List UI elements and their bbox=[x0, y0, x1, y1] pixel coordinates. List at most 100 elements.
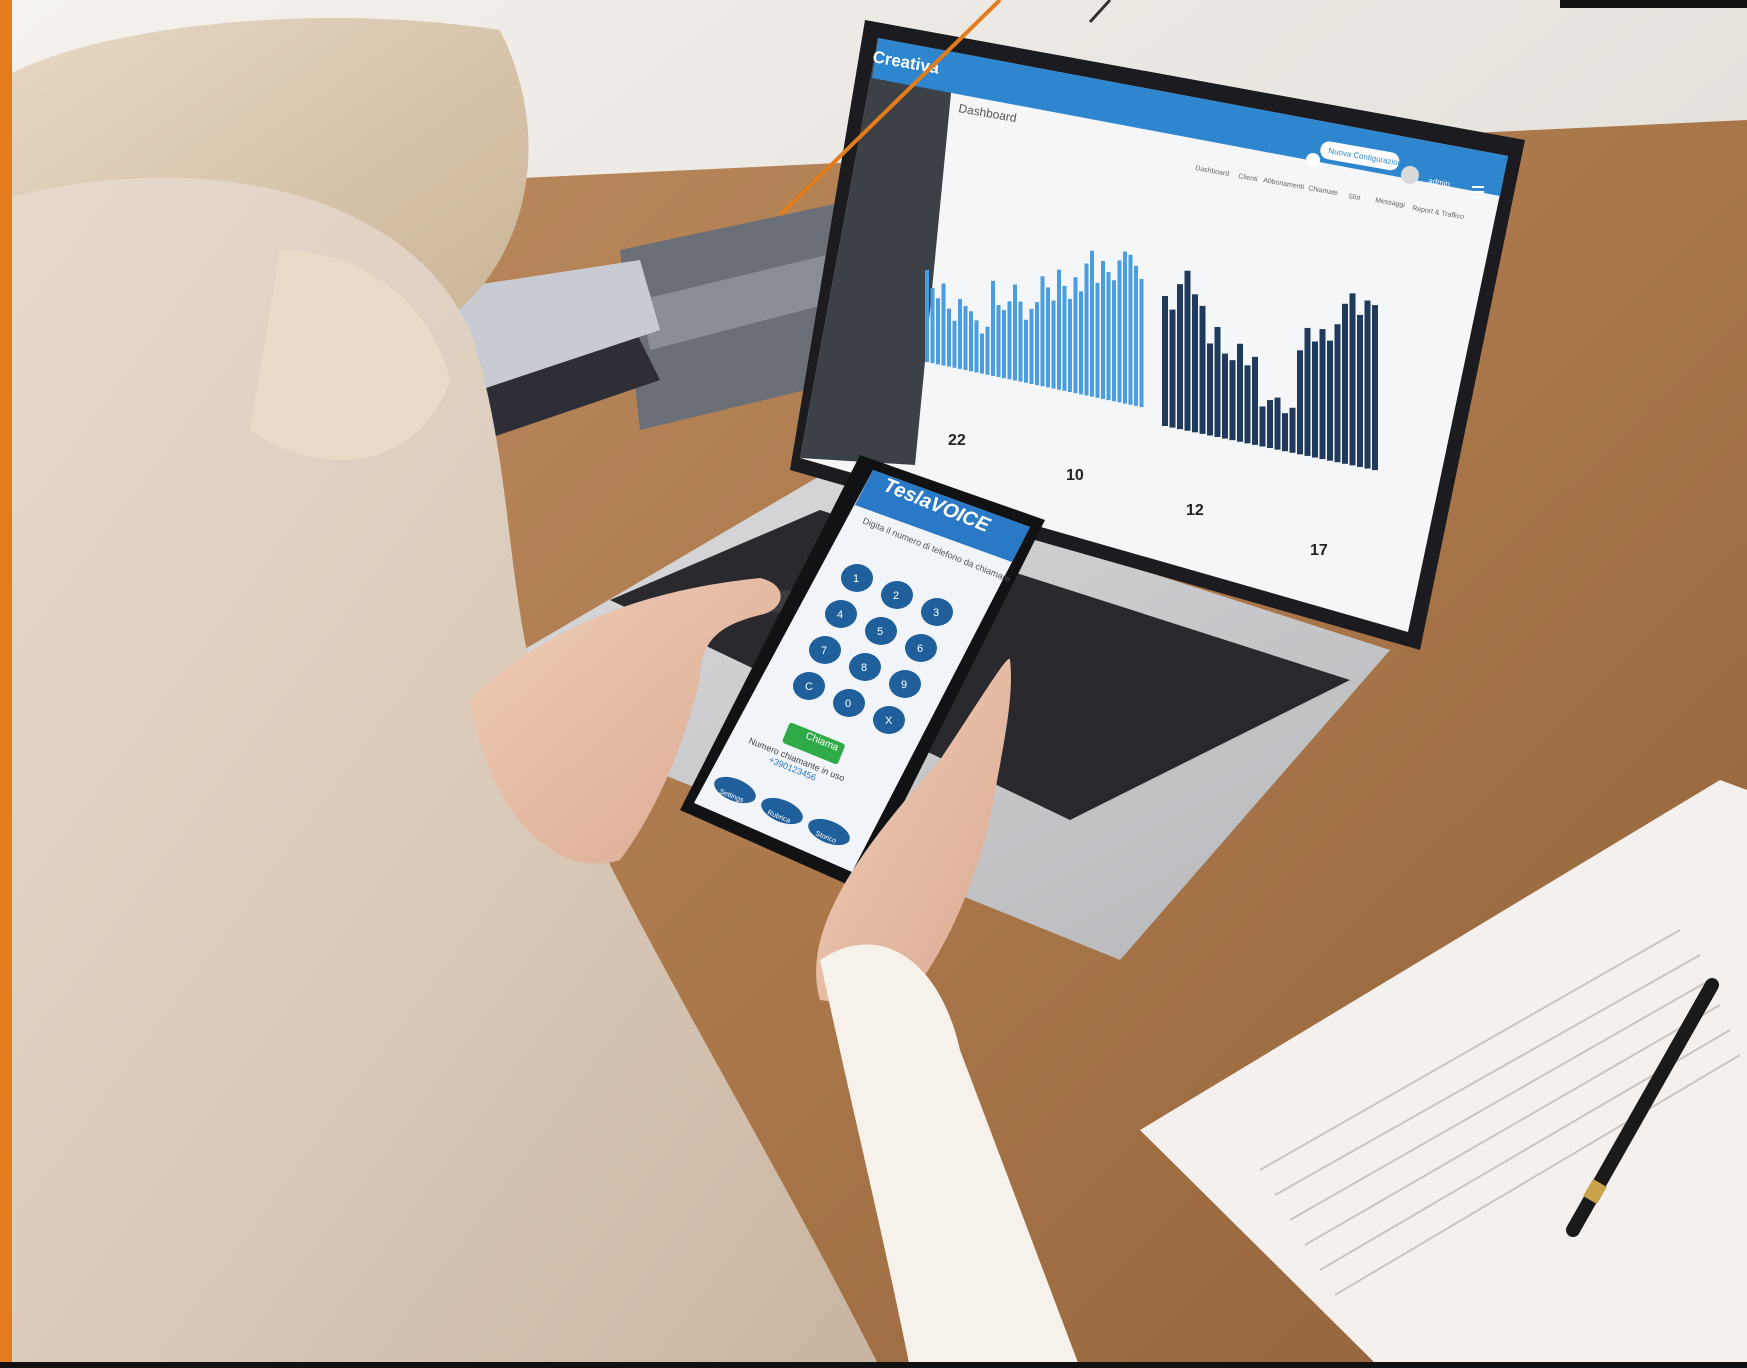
right-chart-bar-16 bbox=[1274, 397, 1281, 450]
left-chart-bar-15 bbox=[1002, 310, 1006, 379]
right-chart-bar-6 bbox=[1199, 305, 1206, 434]
left-chart-bar-17 bbox=[1013, 284, 1017, 381]
key-label: 5 bbox=[877, 626, 883, 638]
key-9[interactable]: 9 bbox=[889, 670, 921, 698]
key-label: 6 bbox=[917, 643, 923, 655]
right-chart-bar-19 bbox=[1297, 350, 1303, 455]
left-chart-bar-40 bbox=[1139, 279, 1144, 408]
right-chart-bar-22 bbox=[1319, 329, 1326, 460]
left-chart-bar-23 bbox=[1046, 287, 1050, 388]
stat-value-4: 17 bbox=[1310, 542, 1328, 559]
left-chart-bar-22 bbox=[1040, 276, 1045, 387]
left-chart-bar-21 bbox=[1035, 302, 1039, 386]
right-chart-bar-1 bbox=[1162, 296, 1168, 426]
right-chart-bar-26 bbox=[1349, 293, 1356, 466]
right-chart-bar-11 bbox=[1237, 343, 1243, 442]
stat-value-2: 10 bbox=[1066, 467, 1084, 484]
left-chart-bar-12 bbox=[985, 326, 990, 375]
right-chart-bar-21 bbox=[1312, 341, 1318, 458]
key-0[interactable]: 0 bbox=[833, 689, 865, 717]
bell-icon[interactable] bbox=[1306, 153, 1320, 167]
left-chart-bar-16 bbox=[1007, 301, 1012, 380]
left-chart-bar-25 bbox=[1057, 269, 1061, 390]
left-chart-bar-9 bbox=[969, 311, 973, 372]
right-chart-bar-9 bbox=[1222, 353, 1228, 439]
left-chart-bar-19 bbox=[1024, 319, 1028, 383]
left-chart-bar-4 bbox=[941, 283, 946, 366]
key-label: 1 bbox=[853, 573, 859, 585]
right-chart-bar-5 bbox=[1192, 294, 1198, 433]
left-chart-bar-37 bbox=[1123, 251, 1127, 404]
left-chart-bar-14 bbox=[996, 305, 1001, 378]
left-chart-bar-32 bbox=[1095, 282, 1100, 398]
key-label: 7 bbox=[821, 645, 827, 657]
key-1[interactable]: 1 bbox=[841, 564, 873, 592]
left-chart-bar-35 bbox=[1112, 280, 1116, 402]
frame-edge-top bbox=[1560, 0, 1747, 8]
right-chart-bar-10 bbox=[1229, 360, 1236, 441]
key-label: 3 bbox=[933, 607, 939, 619]
right-chart-bar-18 bbox=[1289, 407, 1296, 453]
key-label: 4 bbox=[837, 609, 843, 621]
frame-edge-left bbox=[0, 0, 12, 1368]
key-5[interactable]: 5 bbox=[865, 617, 897, 645]
left-chart-bar-33 bbox=[1101, 260, 1105, 399]
right-chart-bar-8 bbox=[1214, 327, 1221, 438]
right-chart-bar-17 bbox=[1282, 413, 1288, 452]
left-chart-bar-11 bbox=[980, 333, 984, 374]
key-label: 2 bbox=[893, 590, 899, 602]
user-avatar-icon[interactable] bbox=[1401, 166, 1419, 184]
right-chart-bar-14 bbox=[1259, 406, 1266, 447]
right-chart-bar-27 bbox=[1357, 314, 1363, 467]
key-7[interactable]: 7 bbox=[809, 636, 841, 664]
left-chart-bar-27 bbox=[1068, 299, 1072, 393]
right-chart-bar-2 bbox=[1169, 309, 1176, 428]
right-chart-bar-23 bbox=[1327, 340, 1333, 461]
frame-edge-bottom bbox=[0, 1362, 1747, 1368]
left-chart-bar-3 bbox=[936, 298, 940, 365]
right-chart-bar-24 bbox=[1334, 324, 1341, 463]
left-chart-bar-5 bbox=[947, 308, 951, 367]
key-label: 8 bbox=[861, 662, 867, 674]
left-chart-bar-24 bbox=[1051, 300, 1056, 389]
right-chart-bar-7 bbox=[1207, 343, 1213, 436]
key-clear[interactable]: X bbox=[873, 706, 905, 734]
right-chart-bar-13 bbox=[1252, 356, 1258, 445]
right-chart-bar-20 bbox=[1304, 327, 1311, 456]
left-chart-bar-6 bbox=[952, 320, 957, 368]
left-chart-bar-8 bbox=[963, 306, 968, 371]
left-chart-bar-39 bbox=[1134, 265, 1138, 406]
scene-photo: Creativa Dashboard Nuova Configurazione … bbox=[0, 0, 1747, 1368]
left-chart-bar-10 bbox=[974, 320, 979, 373]
key-cancel[interactable]: C bbox=[793, 672, 825, 700]
left-chart-bar-26 bbox=[1062, 285, 1067, 391]
stat-value-3: 12 bbox=[1186, 502, 1204, 519]
key-label: 9 bbox=[901, 679, 907, 691]
key-4[interactable]: 4 bbox=[825, 600, 857, 628]
left-chart-bar-7 bbox=[958, 298, 962, 369]
left-chart-bar-18 bbox=[1018, 301, 1023, 382]
left-chart-bar-20 bbox=[1029, 308, 1034, 384]
right-chart-bar-12 bbox=[1244, 365, 1251, 444]
right-chart-bar-29 bbox=[1372, 305, 1378, 471]
key-label: 0 bbox=[845, 698, 851, 710]
left-chart-bar-38 bbox=[1128, 254, 1133, 405]
stat-value-1: 22 bbox=[948, 432, 966, 449]
key-6[interactable]: 6 bbox=[905, 634, 937, 662]
key-2[interactable]: 2 bbox=[881, 581, 913, 609]
left-chart-bar-30 bbox=[1084, 263, 1089, 396]
left-chart-bar-13 bbox=[991, 280, 995, 376]
left-chart-bar-1 bbox=[925, 270, 929, 362]
key-label: X bbox=[885, 715, 893, 727]
left-chart-bar-36 bbox=[1117, 260, 1122, 403]
key-8[interactable]: 8 bbox=[849, 653, 881, 681]
left-chart-bar-31 bbox=[1090, 250, 1094, 397]
key-3[interactable]: 3 bbox=[921, 598, 953, 626]
left-chart-bar-28 bbox=[1073, 277, 1078, 394]
right-chart-bar-3 bbox=[1177, 284, 1183, 430]
right-chart-bar-15 bbox=[1267, 400, 1273, 449]
left-chart-bar-29 bbox=[1079, 291, 1083, 395]
right-chart-bar-28 bbox=[1364, 300, 1371, 469]
right-chart-bar-25 bbox=[1342, 303, 1348, 464]
menu-icon[interactable] bbox=[1472, 186, 1484, 198]
